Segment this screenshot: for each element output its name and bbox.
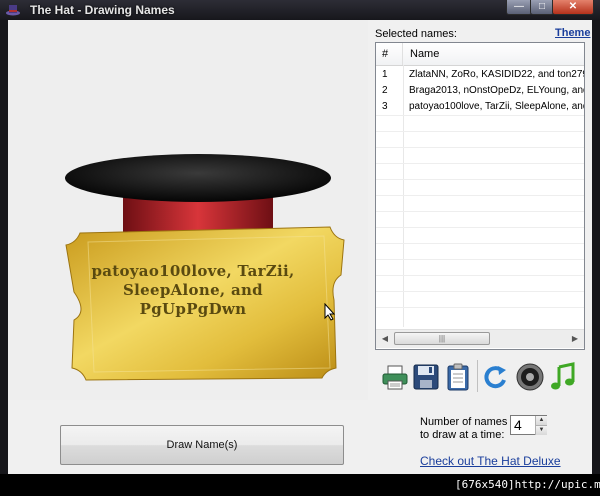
grid-line xyxy=(376,211,584,212)
scroll-right-arrow-icon[interactable]: ▶ xyxy=(567,332,583,346)
grid-line xyxy=(376,179,584,180)
hat-illustration-area: patoyao100love, TarZii, SleepAlone, and … xyxy=(8,20,368,400)
list-row[interactable]: 3 patoyao100love, TarZii, SleepAlone, an… xyxy=(376,99,584,115)
stepper-down-arrow-icon[interactable]: ▼ xyxy=(535,425,547,435)
list-row[interactable]: 1 ZlataNN, ZoRo, KASIDID22, and ton2795 xyxy=(376,67,584,83)
print-icon[interactable] xyxy=(380,362,410,392)
maximize-button[interactable]: □ xyxy=(530,0,554,15)
grid-line xyxy=(376,115,584,116)
grid-line xyxy=(376,275,584,276)
mouse-cursor-icon xyxy=(324,303,336,321)
scroll-left-arrow-icon[interactable]: ◀ xyxy=(377,332,393,346)
number-of-names-label-line2: to draw at a time: xyxy=(420,429,505,441)
row-names: Braga2013, nOnstOpeDz, ELYoung, and xyxy=(409,85,584,96)
row-number: 3 xyxy=(382,101,388,112)
list-row[interactable]: 2 Braga2013, nOnstOpeDz, ELYoung, and xyxy=(376,83,584,99)
close-button[interactable]: ✕ xyxy=(552,0,594,15)
grid-line xyxy=(376,307,584,308)
selected-names-list[interactable]: # Name 1 ZlataNN, ZoRo, KASIDID22, and t… xyxy=(375,42,585,350)
draw-names-button[interactable]: Draw Name(s) xyxy=(60,425,344,465)
grid-line xyxy=(376,259,584,260)
names-count-stepper[interactable]: 4 ▲ ▼ xyxy=(510,415,547,435)
drawn-names-ticket-text: patoyao100love, TarZii, SleepAlone, and … xyxy=(91,262,295,318)
row-names: patoyao100love, TarZii, SleepAlone, and … xyxy=(409,101,584,112)
title-bar[interactable]: The Hat - Drawing Names — □ ✕ xyxy=(0,0,600,20)
toolbar-separator xyxy=(477,360,478,392)
grid-line xyxy=(376,163,584,164)
speaker-icon[interactable] xyxy=(515,362,545,392)
hat-app-icon xyxy=(6,5,20,16)
list-header: # Name xyxy=(376,43,584,66)
stepper-up-arrow-icon[interactable]: ▲ xyxy=(535,416,547,425)
row-number: 1 xyxy=(382,69,388,80)
upload-watermark: [676x540]http://upic.me/ xyxy=(455,478,600,491)
the-hat-deluxe-link[interactable]: Check out The Hat Deluxe xyxy=(420,454,561,468)
app-window: The Hat - Drawing Names — □ ✕ patoyao100… xyxy=(0,0,600,474)
selected-names-label: Selected names: xyxy=(375,28,457,40)
theme-link[interactable]: Theme xyxy=(555,27,590,39)
window-title: The Hat - Drawing Names xyxy=(30,3,175,17)
number-of-names-label-line1: Number of names xyxy=(420,416,508,428)
column-header-num[interactable]: # xyxy=(376,43,403,65)
column-header-name[interactable]: Name xyxy=(404,43,584,65)
grid-line xyxy=(376,227,584,228)
grid-line xyxy=(376,243,584,244)
scroll-thumb[interactable]: ||| xyxy=(394,332,490,345)
grid-line xyxy=(376,291,584,292)
music-note-icon[interactable] xyxy=(548,362,578,392)
row-names: ZlataNN, ZoRo, KASIDID22, and ton2795 xyxy=(409,69,584,80)
grid-line xyxy=(376,195,584,196)
save-icon[interactable] xyxy=(411,362,441,392)
horizontal-scrollbar[interactable]: ◀ ||| ▶ xyxy=(376,329,584,348)
number-of-names-label: Number of names to draw at a time: xyxy=(420,416,507,442)
minimize-button[interactable]: — xyxy=(506,0,532,15)
grid-line xyxy=(376,147,584,148)
names-count-value[interactable]: 4 xyxy=(514,417,522,433)
row-number: 2 xyxy=(382,85,388,96)
grid-line xyxy=(376,131,584,132)
refresh-icon[interactable] xyxy=(480,362,510,392)
hat-illustration xyxy=(65,154,345,381)
clipboard-icon[interactable] xyxy=(443,362,473,392)
